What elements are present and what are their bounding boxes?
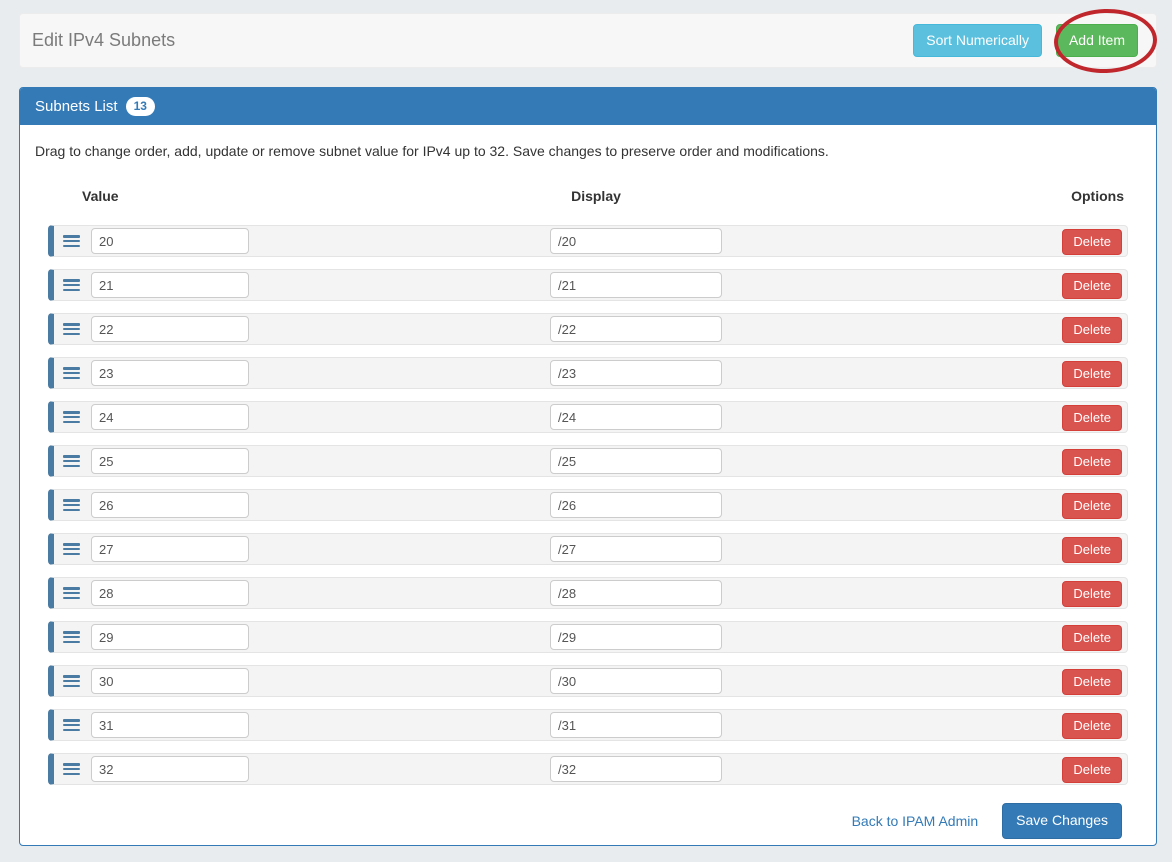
subnet-row: Delete <box>48 665 1128 697</box>
subnet-row: Delete <box>48 357 1128 389</box>
value-input[interactable] <box>91 316 249 342</box>
delete-button[interactable]: Delete <box>1062 229 1122 255</box>
subnets-panel: Subnets List 13 Drag to change order, ad… <box>19 87 1157 846</box>
display-input[interactable] <box>550 404 722 430</box>
subnet-row: Delete <box>48 269 1128 301</box>
subnet-row: Delete <box>48 621 1128 653</box>
drag-handle-icon[interactable] <box>63 499 80 511</box>
display-input[interactable] <box>550 580 722 606</box>
display-input[interactable] <box>550 536 722 562</box>
subnet-row: Delete <box>48 313 1128 345</box>
display-input[interactable] <box>550 448 722 474</box>
drag-handle-icon[interactable] <box>63 455 80 467</box>
drag-handle-icon[interactable] <box>63 675 80 687</box>
panel-footer: Back to IPAM Admin Save Changes <box>48 803 1122 839</box>
table-header: Value Display Options <box>48 188 1128 206</box>
delete-button[interactable]: Delete <box>1062 669 1122 695</box>
display-input[interactable] <box>550 316 722 342</box>
page-title: Edit IPv4 Subnets <box>32 30 175 51</box>
value-input[interactable] <box>91 448 249 474</box>
subnet-row: Delete <box>48 577 1128 609</box>
column-header-value: Value <box>82 188 119 204</box>
value-input[interactable] <box>91 492 249 518</box>
drag-handle-icon[interactable] <box>63 323 80 335</box>
drag-handle-icon[interactable] <box>63 411 80 423</box>
delete-button[interactable]: Delete <box>1062 449 1122 475</box>
delete-button[interactable]: Delete <box>1062 361 1122 387</box>
delete-button[interactable]: Delete <box>1062 713 1122 739</box>
value-input[interactable] <box>91 272 249 298</box>
instructions-text: Drag to change order, add, update or rem… <box>35 142 1141 160</box>
subnet-row: Delete <box>48 401 1128 433</box>
value-input[interactable] <box>91 624 249 650</box>
delete-button[interactable]: Delete <box>1062 273 1122 299</box>
value-input[interactable] <box>91 228 249 254</box>
add-item-button[interactable]: Add Item <box>1056 24 1138 58</box>
value-input[interactable] <box>91 756 249 782</box>
value-input[interactable] <box>91 712 249 738</box>
value-input[interactable] <box>91 404 249 430</box>
drag-handle-icon[interactable] <box>63 367 80 379</box>
drag-handle-icon[interactable] <box>63 235 80 247</box>
column-header-display: Display <box>571 188 621 204</box>
value-input[interactable] <box>91 580 249 606</box>
back-to-ipam-admin-link[interactable]: Back to IPAM Admin <box>852 813 979 829</box>
display-input[interactable] <box>550 272 722 298</box>
drag-handle-icon[interactable] <box>63 631 80 643</box>
display-input[interactable] <box>550 756 722 782</box>
value-input[interactable] <box>91 668 249 694</box>
drag-handle-icon[interactable] <box>63 587 80 599</box>
delete-button[interactable]: Delete <box>1062 581 1122 607</box>
delete-button[interactable]: Delete <box>1062 537 1122 563</box>
display-input[interactable] <box>550 360 722 386</box>
page-header: Edit IPv4 Subnets Sort Numerically Add I… <box>19 13 1157 68</box>
display-input[interactable] <box>550 492 722 518</box>
subnet-row: Delete <box>48 533 1128 565</box>
delete-button[interactable]: Delete <box>1062 405 1122 431</box>
delete-button[interactable]: Delete <box>1062 317 1122 343</box>
value-input[interactable] <box>91 536 249 562</box>
delete-button[interactable]: Delete <box>1062 493 1122 519</box>
value-input[interactable] <box>91 360 249 386</box>
display-input[interactable] <box>550 712 722 738</box>
subnet-row: Delete <box>48 709 1128 741</box>
display-input[interactable] <box>550 228 722 254</box>
subnet-row: Delete <box>48 489 1128 521</box>
panel-body: Drag to change order, add, update or rem… <box>20 125 1156 839</box>
panel-title: Subnets List <box>35 98 118 115</box>
delete-button[interactable]: Delete <box>1062 757 1122 783</box>
drag-handle-icon[interactable] <box>63 763 80 775</box>
sort-numerically-button[interactable]: Sort Numerically <box>913 24 1042 58</box>
column-header-options: Options <box>1071 188 1124 204</box>
delete-button[interactable]: Delete <box>1062 625 1122 651</box>
count-badge: 13 <box>126 97 155 115</box>
subnet-row: Delete <box>48 225 1128 257</box>
display-input[interactable] <box>550 624 722 650</box>
drag-handle-icon[interactable] <box>63 279 80 291</box>
save-changes-button[interactable]: Save Changes <box>1002 803 1122 839</box>
subnet-rows-list: Delete Delete Delete Delete Delete Delet… <box>48 225 1128 785</box>
panel-heading: Subnets List 13 <box>20 88 1156 125</box>
drag-handle-icon[interactable] <box>63 543 80 555</box>
subnet-row: Delete <box>48 445 1128 477</box>
subnet-row: Delete <box>48 753 1128 785</box>
header-actions: Sort Numerically Add Item <box>913 24 1138 58</box>
display-input[interactable] <box>550 668 722 694</box>
drag-handle-icon[interactable] <box>63 719 80 731</box>
